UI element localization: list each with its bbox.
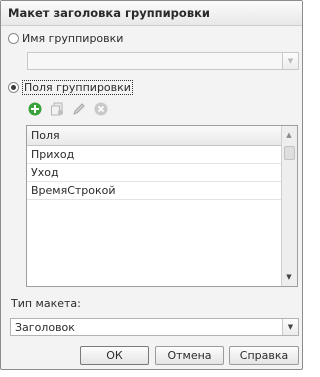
edit-icon[interactable]: [71, 101, 87, 117]
group-name-label[interactable]: Имя группировки: [22, 32, 123, 45]
help-button[interactable]: Справка: [229, 346, 299, 365]
layout-type-value: Заголовок: [15, 321, 75, 334]
group-fields-option[interactable]: Поля группировки: [8, 80, 133, 95]
ok-button[interactable]: ОК: [80, 346, 149, 365]
background-strip: [0, 370, 305, 377]
group-name-field[interactable]: ▼: [27, 52, 299, 70]
group-name-option[interactable]: Имя группировки: [8, 32, 123, 45]
group-fields-label[interactable]: Поля группировки: [22, 80, 133, 95]
chevron-down-icon[interactable]: ▼: [282, 53, 298, 69]
scroll-thumb[interactable]: [284, 146, 295, 160]
cancel-button[interactable]: Отмена: [155, 346, 224, 365]
group-fields-radio[interactable]: [8, 82, 19, 93]
dialog-title: Макет заголовка группировки: [8, 6, 210, 20]
table-row[interactable]: Приход: [27, 146, 282, 164]
layout-type-label: Тип макета:: [11, 297, 81, 310]
title-bar[interactable]: Макет заголовка группировки: [1, 1, 302, 26]
table-header: Поля: [27, 126, 282, 146]
add-icon[interactable]: [27, 101, 43, 117]
table-row[interactable]: Уход: [27, 164, 282, 182]
group-name-radio[interactable]: [8, 33, 19, 44]
fields-table[interactable]: Поля Приход Уход ВремяСтрокой ▲ ▼: [26, 125, 298, 287]
table-scrollbar[interactable]: ▲ ▼: [281, 126, 297, 286]
scroll-down-icon[interactable]: ▼: [282, 270, 296, 284]
chevron-down-icon[interactable]: ▼: [282, 319, 298, 335]
table-row[interactable]: ВремяСтрокой: [27, 182, 282, 200]
scroll-up-icon[interactable]: ▲: [282, 128, 296, 142]
copy-icon[interactable]: [49, 101, 65, 117]
fields-toolbar: [27, 101, 109, 117]
delete-icon[interactable]: [93, 101, 109, 117]
column-header-fields[interactable]: Поля: [31, 129, 60, 142]
layout-dialog: Макет заголовка группировки Имя группиро…: [0, 0, 303, 370]
table-rows: Приход Уход ВремяСтрокой: [27, 146, 282, 200]
layout-type-select[interactable]: Заголовок ▼: [10, 318, 299, 336]
